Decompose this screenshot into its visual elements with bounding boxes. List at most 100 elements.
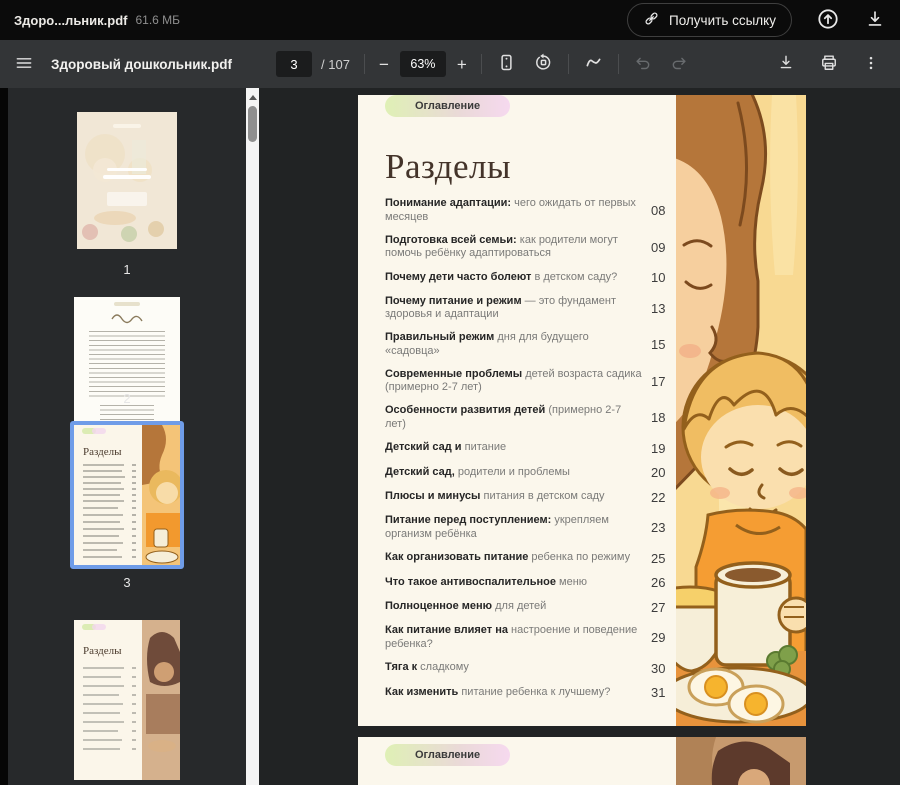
toc-entry-text: Плюсы и минусы питания в детском саду bbox=[385, 490, 651, 504]
thumbnail-page-4[interactable]: Разделы bbox=[74, 605, 180, 785]
toc-entry-page-number: 10 bbox=[651, 270, 677, 285]
cloud-upload-icon bbox=[816, 7, 840, 34]
undo-button[interactable] bbox=[633, 53, 653, 76]
print-icon bbox=[819, 53, 839, 76]
toc-entry: Плюсы и минусы питания в детском саду22 bbox=[385, 490, 677, 505]
toc-entry-text: Детский сад и питание bbox=[385, 441, 651, 455]
kebab-icon bbox=[862, 54, 880, 75]
toc-entry: Детский сад, родители и проблемы20 bbox=[385, 465, 677, 480]
annotate-button[interactable] bbox=[583, 52, 604, 76]
toc-entry-page-number: 27 bbox=[651, 600, 677, 615]
page-number-input[interactable] bbox=[276, 51, 312, 77]
thumbnail-2-label: 2 bbox=[74, 391, 180, 407]
toc-entry: Почему дети часто болеют в детском саду?… bbox=[385, 270, 677, 285]
zoom-level[interactable]: 63% bbox=[400, 51, 446, 77]
get-link-button[interactable]: Получить ссылку bbox=[627, 3, 792, 37]
page-illustration-mother-child bbox=[676, 95, 806, 726]
thumbnail-2-text-lines bbox=[89, 331, 165, 397]
zoom-in-button[interactable]: + bbox=[457, 56, 467, 73]
toc-entry-page-number: 30 bbox=[651, 661, 677, 676]
get-link-label: Получить ссылку bbox=[669, 13, 776, 28]
toc-entry-page-number: 31 bbox=[651, 685, 677, 700]
toc-entry-page-number: 19 bbox=[651, 441, 677, 456]
thumbnail-page-1[interactable]: 1 bbox=[77, 112, 177, 278]
left-edge-strip bbox=[0, 88, 8, 785]
toc-entry: Как изменить питание ребенка к лучшему?3… bbox=[385, 685, 677, 700]
toc-entry: Тяга к сладкому30 bbox=[385, 661, 677, 676]
menu-button[interactable] bbox=[14, 53, 34, 76]
section-badge: Оглавление bbox=[385, 95, 510, 117]
toc-entry-text: Детский сад, родители и проблемы bbox=[385, 466, 651, 480]
toc-entry-text: Почему дети часто болеют в детском саду? bbox=[385, 271, 651, 285]
document-title: Здоровый дошкольник.pdf bbox=[51, 57, 232, 72]
toolbar-divider bbox=[618, 54, 619, 74]
print-button[interactable] bbox=[819, 53, 839, 76]
sidebar-scrollbar[interactable] bbox=[246, 88, 259, 785]
rotate-icon bbox=[533, 52, 554, 76]
file-size: 61.6 МБ bbox=[135, 13, 180, 27]
thumbnail-page-3-selected[interactable]: Разделы bbox=[70, 421, 184, 569]
toc-entry-page-number: 22 bbox=[651, 490, 677, 505]
toc-entry-text: Особенности развития детей (примерно 2-7… bbox=[385, 404, 651, 431]
content-area: 1 2 Разделы bbox=[0, 88, 900, 785]
pdf-page-4: Оглавление bbox=[358, 737, 806, 785]
section-badge: Оглавление bbox=[385, 744, 510, 766]
toc-entry: Подготовка всей семьи: как родители могу… bbox=[385, 234, 677, 261]
toc-entry-page-number: 17 bbox=[651, 374, 677, 389]
toc-entry-page-number: 09 bbox=[651, 240, 677, 255]
thumbnail-sidebar: 1 2 Разделы bbox=[8, 88, 246, 785]
toc-entry-page-number: 23 bbox=[651, 520, 677, 535]
svg-text:Разделы: Разделы bbox=[83, 446, 122, 458]
thumbnail-page-2[interactable]: 2 bbox=[74, 297, 180, 381]
topbar: Здоро...льник.pdf 61.6 МБ Получить ссылк… bbox=[0, 0, 900, 40]
toc-entry: Современные проблемы детей возраста сади… bbox=[385, 368, 677, 395]
toc-entry: Что такое антивоспалительное меню26 bbox=[385, 575, 677, 590]
download-icon bbox=[864, 8, 886, 33]
zoom-out-button[interactable]: − bbox=[379, 56, 389, 73]
download-file-button[interactable] bbox=[776, 53, 796, 76]
more-options-button[interactable] bbox=[862, 54, 880, 75]
pdf-page-3: Оглавление Разделы Понимание адаптации: … bbox=[358, 95, 806, 726]
toolbar-divider bbox=[364, 54, 365, 74]
toc-entry-text: Понимание адаптации: чего ожидать от пер… bbox=[385, 197, 651, 224]
toc-entry-text: Правильный режим дня для будущего «садов… bbox=[385, 331, 651, 358]
annotate-icon bbox=[583, 52, 604, 76]
toc-entry-page-number: 26 bbox=[651, 575, 677, 590]
rotate-button[interactable] bbox=[533, 52, 554, 76]
page-total: / 107 bbox=[321, 57, 350, 72]
toc-entry: Питание перед поступлением: укрепляем ор… bbox=[385, 514, 677, 541]
document-view: Оглавление Разделы Понимание адаптации: … bbox=[259, 88, 900, 785]
toc-entry: Правильный режим дня для будущего «садов… bbox=[385, 331, 677, 358]
svg-text:Разделы: Разделы bbox=[83, 645, 122, 657]
thumbnail-4-page-image: Разделы bbox=[74, 620, 180, 780]
thumbnail-3-label: 3 bbox=[123, 575, 130, 590]
fit-page-icon bbox=[496, 52, 517, 76]
thumbnail-1-cover-image bbox=[77, 112, 177, 249]
toc-entry: Почему питание и режим — это фундамент з… bbox=[385, 295, 677, 322]
toc-entry-text: Как организовать питание ребенка по режи… bbox=[385, 551, 651, 565]
scrollbar-thumb[interactable] bbox=[248, 106, 257, 142]
fit-page-button[interactable] bbox=[496, 52, 517, 76]
toc-entry-text: Как изменить питание ребенка к лучшему? bbox=[385, 686, 651, 700]
toc-entry-page-number: 29 bbox=[651, 630, 677, 645]
redo-button[interactable] bbox=[669, 53, 689, 76]
download-button[interactable] bbox=[864, 8, 886, 33]
cloud-upload-button[interactable] bbox=[816, 7, 840, 34]
toc-entry-page-number: 18 bbox=[651, 410, 677, 425]
toc-entry-text: Как питание влияет на настроение и повед… bbox=[385, 624, 651, 651]
scrollbar-up-button[interactable] bbox=[246, 91, 259, 103]
toc-entry-text: Что такое антивоспалительное меню bbox=[385, 576, 651, 590]
thumbnail-3-page-image: Разделы bbox=[74, 425, 180, 565]
file-name: Здоро...льник.pdf bbox=[14, 13, 127, 28]
toc-entry: Понимание адаптации: чего ожидать от пер… bbox=[385, 197, 677, 224]
toc-entry-page-number: 13 bbox=[651, 301, 677, 316]
toc-entry: Полноценное меню для детей27 bbox=[385, 600, 677, 615]
toc-entry: Особенности развития детей (примерно 2-7… bbox=[385, 404, 677, 431]
toc-entry: Детский сад и питание19 bbox=[385, 441, 677, 456]
toc-entry-text: Тяга к сладкому bbox=[385, 661, 651, 675]
toc-entry: Как организовать питание ребенка по режи… bbox=[385, 551, 677, 566]
toc-entry-text: Современные проблемы детей возраста сади… bbox=[385, 368, 651, 395]
page4-illustration-woman bbox=[676, 737, 806, 785]
toc-entry-text: Полноценное меню для детей bbox=[385, 600, 651, 614]
toc-entry-text: Почему питание и режим — это фундамент з… bbox=[385, 295, 651, 322]
